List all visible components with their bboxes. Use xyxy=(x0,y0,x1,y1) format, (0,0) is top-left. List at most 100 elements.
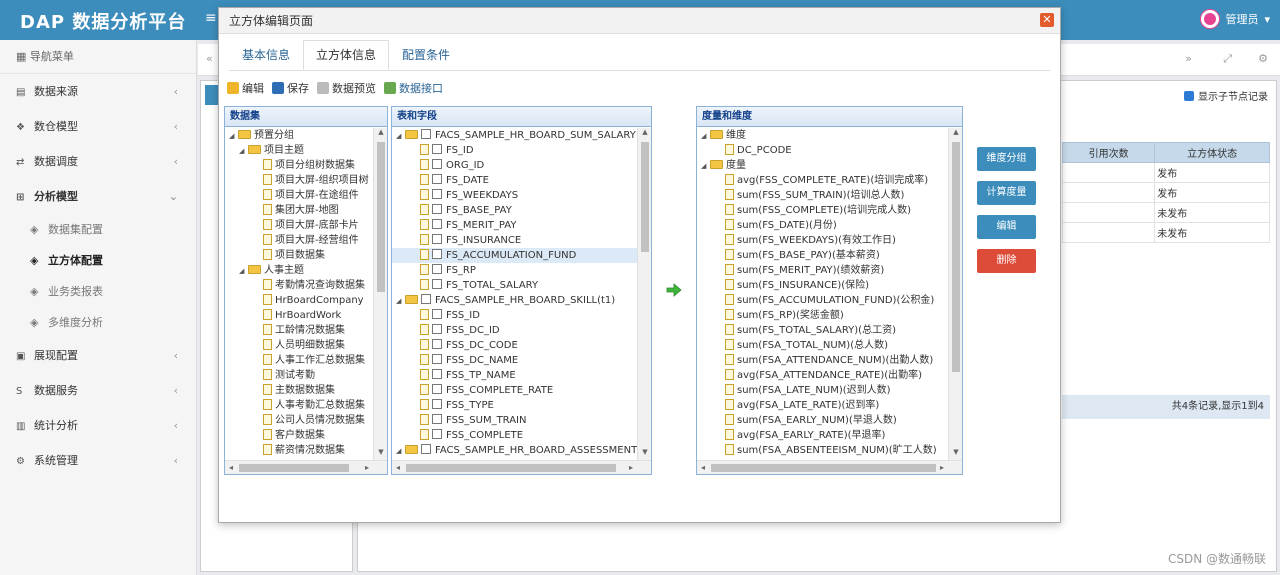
user-menu[interactable]: 管理员 ▾ xyxy=(1201,10,1270,28)
field-node[interactable]: FS_MERIT_PAY xyxy=(392,218,637,233)
move-right-arrow-icon[interactable] xyxy=(666,282,682,298)
field-node[interactable]: FSS_DC_NAME xyxy=(392,353,637,368)
measure-item[interactable]: sum(FSA_ABSENTEEISM_NUM)(旷工人数) xyxy=(697,443,948,458)
dataset-item[interactable]: 项目大屏-在途组件 xyxy=(225,188,373,203)
measure-item[interactable]: sum(FS_BASE_PAY)(基本薪资) xyxy=(697,248,948,263)
dataset-item[interactable]: 项目大屏-底部卡片 xyxy=(225,218,373,233)
fullscreen-icon[interactable]: ⤢ xyxy=(1223,52,1232,66)
checkbox[interactable] xyxy=(432,384,442,394)
field-node[interactable]: FSS_SUM_TRAIN xyxy=(392,413,637,428)
dataset-item[interactable]: 项目数据集 xyxy=(225,248,373,263)
sidebar-item-data-source[interactable]: ▤ 数据来源 ‹ xyxy=(0,74,196,109)
field-node[interactable]: FS_ID xyxy=(392,143,637,158)
sidebar-item-warehouse-model[interactable]: ❖ 数仓模型 ‹ xyxy=(0,109,196,144)
vertical-scrollbar[interactable]: ▲ ▼ xyxy=(637,128,651,460)
measure-item[interactable]: avg(FSA_ATTENDANCE_RATE)(出勤率) xyxy=(697,368,948,383)
settings-icon[interactable]: ⚙ xyxy=(1258,52,1268,65)
checkbox[interactable] xyxy=(432,159,442,169)
tree-group[interactable]: ◢ 项目主题 xyxy=(225,143,373,158)
measure-item[interactable]: avg(FSS_COMPLETE_RATE)(培训完成率) xyxy=(697,173,948,188)
measure-item[interactable]: sum(FS_MERIT_PAY)(绩效薪资) xyxy=(697,263,948,278)
dataset-item[interactable]: 考勤情况查询数据集 xyxy=(225,278,373,293)
dataset-item[interactable]: HrBoardCompany xyxy=(225,293,373,308)
dataset-item[interactable]: 客户数据集 xyxy=(225,428,373,443)
field-node[interactable]: FS_INSURANCE xyxy=(392,233,637,248)
checkbox[interactable] xyxy=(432,204,442,214)
field-node[interactable]: FS_RP xyxy=(392,263,637,278)
field-node[interactable]: FSS_DC_CODE xyxy=(392,338,637,353)
field-node[interactable]: ORG_ID xyxy=(392,158,637,173)
field-node[interactable]: FSS_COMPLETE xyxy=(392,428,637,443)
table-row[interactable]: 发布 xyxy=(1061,182,1270,203)
checkbox[interactable] xyxy=(421,294,431,304)
checkbox[interactable] xyxy=(432,174,442,184)
save-button[interactable]: 保存 xyxy=(272,80,309,96)
checkbox[interactable] xyxy=(421,444,431,454)
sidebar-item-statistics[interactable]: ▥ 统计分析 ‹ xyxy=(0,408,196,443)
sidebar-item-scheduling[interactable]: ⇄ 数据调度 ‹ xyxy=(0,144,196,179)
horizontal-scrollbar[interactable]: ◂ ▸ xyxy=(697,460,962,474)
dataset-item[interactable]: 工龄情况数据集 xyxy=(225,323,373,338)
dimension-group-button[interactable]: 维度分组 xyxy=(977,147,1036,171)
checkbox[interactable] xyxy=(432,309,442,319)
field-node[interactable]: FSS_ID xyxy=(392,308,637,323)
checkbox[interactable] xyxy=(432,414,442,424)
table-node[interactable]: ◢ FACS_SAMPLE_HR_BOARD_SKILL(t1) xyxy=(392,293,637,308)
horizontal-scrollbar[interactable]: ◂ ▸ xyxy=(225,460,387,474)
table-row[interactable]: 未发布 xyxy=(1061,222,1270,243)
expand-toggle-icon[interactable]: ◢ xyxy=(396,444,405,459)
expand-toggle-icon[interactable]: ◢ xyxy=(239,264,248,279)
measure-item[interactable]: avg(FSA_LATE_RATE)(迟到率) xyxy=(697,398,948,413)
tab-basic-info[interactable]: 基本信息 xyxy=(229,40,303,70)
dataset-item[interactable]: 人事工作汇总数据集 xyxy=(225,353,373,368)
measure-item[interactable]: sum(FS_RP)(奖惩金额) xyxy=(697,308,948,323)
expand-toggle-icon[interactable]: ◢ xyxy=(239,144,248,159)
field-node[interactable]: FS_ACCUMULATION_FUND xyxy=(392,248,637,263)
dataset-item[interactable]: 项目大屏-组织项目树 xyxy=(225,173,373,188)
field-node[interactable]: FS_DATE xyxy=(392,173,637,188)
scroll-right-icon[interactable]: » xyxy=(1185,52,1192,65)
sidebar-sub-multidim-analysis[interactable]: ◈ 多维度分析 xyxy=(0,307,196,338)
measure-item[interactable]: sum(FSS_COMPLETE)(培训完成人数) xyxy=(697,203,948,218)
expand-toggle-icon[interactable]: ◢ xyxy=(701,129,710,144)
field-node[interactable]: FSS_COMPLETE_RATE xyxy=(392,383,637,398)
checkbox[interactable] xyxy=(432,354,442,364)
expand-toggle-icon[interactable]: ◢ xyxy=(396,129,405,144)
dataset-item[interactable]: HrBoardWork xyxy=(225,308,373,323)
expand-toggle-icon[interactable]: ◢ xyxy=(396,294,405,309)
checkbox[interactable] xyxy=(432,219,442,229)
dataset-item[interactable]: 人员明细数据集 xyxy=(225,338,373,353)
dimension-group[interactable]: ◢ 维度 xyxy=(697,128,948,143)
field-node[interactable]: FSS_DC_ID xyxy=(392,323,637,338)
expand-toggle-icon[interactable]: ◢ xyxy=(701,159,710,174)
checkbox[interactable] xyxy=(432,234,442,244)
vertical-scrollbar[interactable]: ▲ ▼ xyxy=(948,128,962,460)
expand-toggle-icon[interactable]: ◢ xyxy=(229,129,238,144)
measure-item[interactable]: sum(FSA_LATE_NUM)(迟到人数) xyxy=(697,383,948,398)
dataset-item[interactable]: 项目大屏-经营组件 xyxy=(225,233,373,248)
dataset-item[interactable]: 项目分组树数据集 xyxy=(225,158,373,173)
show-child-checkbox[interactable]: 显示子节点记录 xyxy=(1184,88,1268,103)
checkbox[interactable] xyxy=(432,429,442,439)
dataset-item[interactable]: 主数据数据集 xyxy=(225,383,373,398)
sidebar-sub-business-report[interactable]: ◈ 业务类报表 xyxy=(0,276,196,307)
measure-item[interactable]: avg(FSA_EARLY_RATE)(早退率) xyxy=(697,428,948,443)
measure-item[interactable]: sum(FSA_ATTENDANCE_NUM)(出勤人数) xyxy=(697,353,948,368)
checkbox[interactable] xyxy=(432,249,442,259)
checkbox[interactable] xyxy=(432,189,442,199)
measure-item[interactable]: sum(FS_TOTAL_SALARY)(总工资) xyxy=(697,323,948,338)
tree-group[interactable]: ◢ 人事主题 xyxy=(225,263,373,278)
measure-item[interactable]: sum(FSS_SUM_TRAIN)(培训总人数) xyxy=(697,188,948,203)
checkbox[interactable] xyxy=(421,129,431,139)
field-node[interactable]: FS_WEEKDAYS xyxy=(392,188,637,203)
close-icon[interactable]: ✕ xyxy=(1040,13,1054,27)
measure-item[interactable]: sum(FSA_TOTAL_NUM)(总人数) xyxy=(697,338,948,353)
measure-item[interactable]: sum(FSA_EARLY_NUM)(早退人数) xyxy=(697,413,948,428)
sidebar-item-analysis-model[interactable]: ⊞ 分析模型 ⌄ xyxy=(0,179,196,214)
sidebar-item-system[interactable]: ⚙ 系统管理 ‹ xyxy=(0,443,196,478)
tab-cube-info[interactable]: 立方体信息 xyxy=(303,40,390,70)
tree-group[interactable]: ◢ 预置分组 xyxy=(225,128,373,143)
horizontal-scrollbar[interactable]: ◂ ▸ xyxy=(392,460,651,474)
measure-item[interactable]: sum(FS_DATE)(月份) xyxy=(697,218,948,233)
sidebar-item-display-config[interactable]: ▣ 展现配置 ‹ xyxy=(0,338,196,373)
